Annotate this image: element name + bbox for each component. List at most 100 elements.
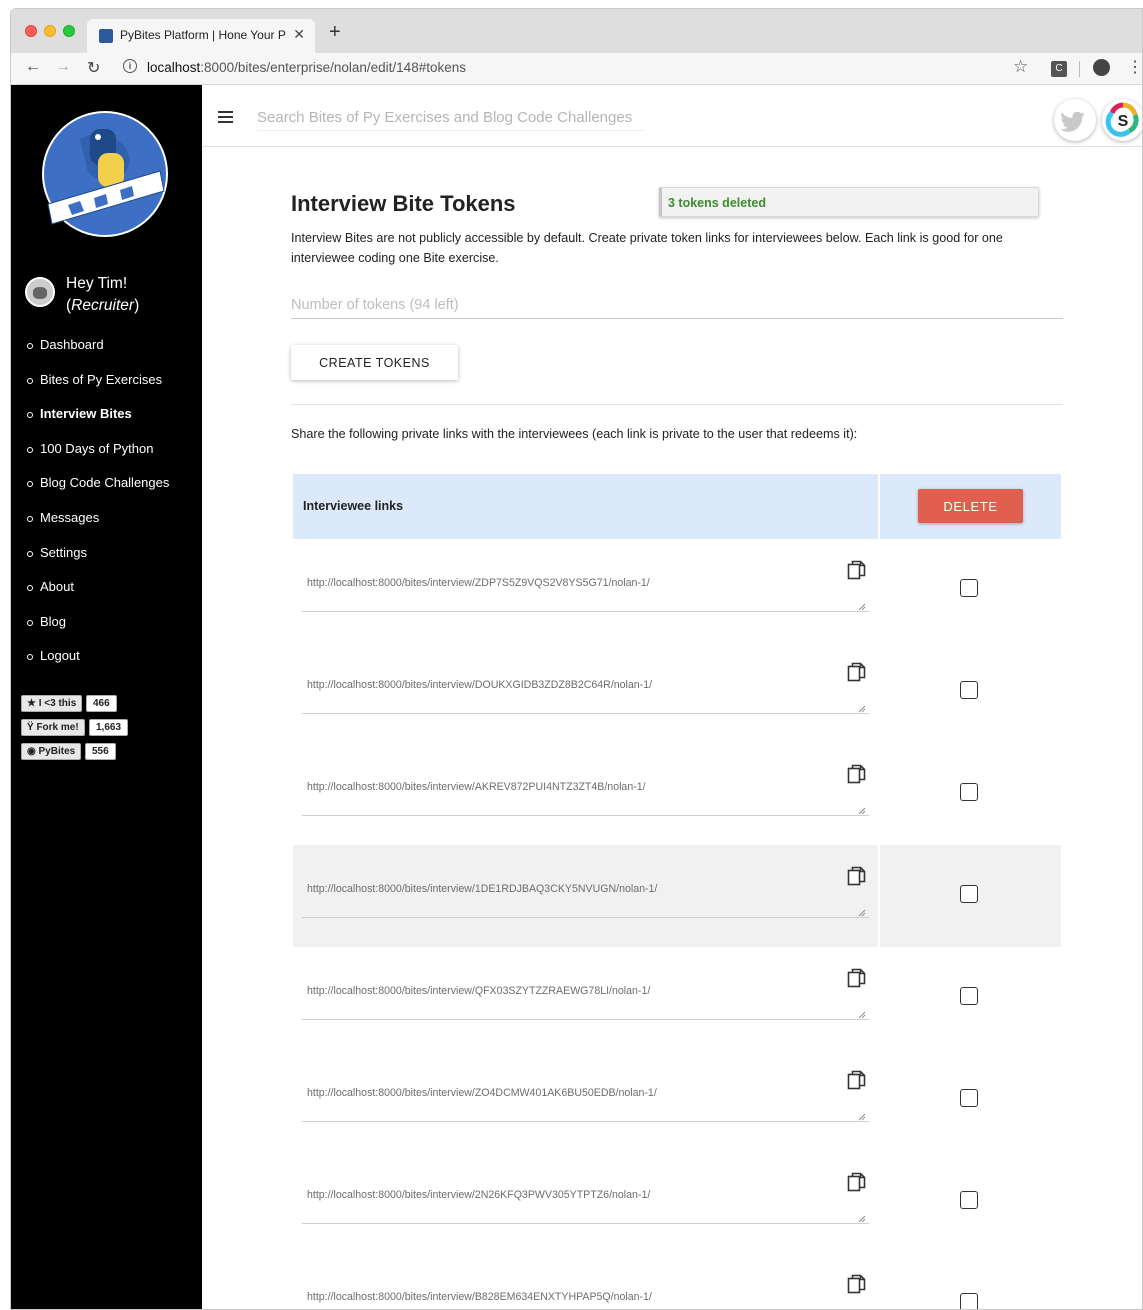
select-cell <box>880 743 1061 845</box>
share-instructions: Share the following private links with t… <box>291 427 858 441</box>
close-window-button[interactable] <box>25 25 37 37</box>
menu-dots-icon[interactable]: ⋮ <box>1127 57 1142 77</box>
links-column-header: Interviewee links <box>293 474 878 539</box>
table-body: http://localhost:8000/bites/interview/ZD… <box>293 539 1061 1309</box>
pybites-logo[interactable] <box>40 109 170 239</box>
copy-clipboard-icon[interactable] <box>846 1069 868 1091</box>
address-bar[interactable]: localhost:8000/bites/enterprise/nolan/ed… <box>147 60 466 75</box>
intro-text: Interview Bites are not publicly accessi… <box>291 231 1003 265</box>
table-row: http://localhost:8000/bites/interview/QF… <box>293 947 1061 1049</box>
slack-icon: S <box>1105 102 1139 137</box>
extension-icon[interactable]: C <box>1051 61 1067 77</box>
follow-badge-label: ◉ PyBites <box>21 743 82 760</box>
maximize-window-button[interactable] <box>63 25 75 37</box>
link-field-underline <box>302 1121 869 1122</box>
copy-clipboard-icon[interactable] <box>846 661 868 683</box>
reload-icon[interactable]: ↻ <box>87 58 100 78</box>
link-cell: http://localhost:8000/bites/interview/ZO… <box>293 1049 878 1151</box>
token-link-field[interactable]: http://localhost:8000/bites/interview/2N… <box>307 1189 650 1201</box>
user-role-text: Recruiter <box>71 297 135 314</box>
account-icon[interactable] <box>1093 59 1110 76</box>
resize-handle-icon[interactable] <box>858 807 866 815</box>
token-link-field[interactable]: http://localhost:8000/bites/interview/QF… <box>307 985 650 997</box>
forward-arrow-icon[interactable]: → <box>55 58 71 76</box>
hamburger-menu-icon[interactable] <box>218 111 233 123</box>
resize-handle-icon[interactable] <box>858 1215 866 1223</box>
table-row: http://localhost:8000/bites/interview/2N… <box>293 1151 1061 1253</box>
number-of-tokens-input[interactable] <box>291 291 1063 319</box>
row-checkbox[interactable] <box>960 885 978 903</box>
resize-handle-icon[interactable] <box>858 1011 866 1019</box>
row-checkbox[interactable] <box>960 783 978 801</box>
token-link-field[interactable]: http://localhost:8000/bites/interview/B8… <box>307 1291 652 1303</box>
select-cell <box>880 1151 1061 1253</box>
resize-handle-icon[interactable] <box>858 705 866 713</box>
follow-badge-count: 556 <box>85 743 116 760</box>
sidebar-item-blog-code-challenges[interactable]: Blog Code Challenges <box>25 475 169 510</box>
page-title: Interview Bite Tokens <box>291 191 516 216</box>
bookmark-star-icon[interactable]: ☆ <box>1013 57 1028 77</box>
url-path: :8000/bites/enterprise/nolan/edit/148#to… <box>200 60 466 75</box>
row-checkbox[interactable] <box>960 579 978 597</box>
copy-clipboard-icon[interactable] <box>846 1273 868 1295</box>
sidebar-item-dashboard[interactable]: Dashboard <box>25 337 169 372</box>
tab-title: PyBites Platform | Hone Your P <box>120 28 286 42</box>
sidebar-item-blog[interactable]: Blog <box>25 614 169 649</box>
link-cell: http://localhost:8000/bites/interview/2N… <box>293 1151 878 1253</box>
row-checkbox[interactable] <box>960 987 978 1005</box>
table-row: http://localhost:8000/bites/interview/ZO… <box>293 1049 1061 1151</box>
token-link-field[interactable]: http://localhost:8000/bites/interview/1D… <box>307 883 657 895</box>
token-link-field[interactable]: http://localhost:8000/bites/interview/AK… <box>307 781 646 793</box>
info-icon[interactable]: i <box>123 59 137 73</box>
star-badge-label: ★ I <3 this <box>21 695 83 712</box>
link-field-underline <box>302 1223 869 1224</box>
sidebar-item-messages[interactable]: Messages <box>25 510 169 545</box>
browser-tab[interactable]: PyBites Platform | Hone Your P ✕ <box>87 19 315 53</box>
tokens-table: Interviewee links DELETE http://localhos… <box>293 474 1061 1309</box>
sidebar-nav: Dashboard Bites of Py Exercises Intervie… <box>25 337 169 683</box>
copy-clipboard-icon[interactable] <box>846 967 868 989</box>
copy-clipboard-icon[interactable] <box>846 763 868 785</box>
tab-close-icon[interactable]: ✕ <box>293 26 305 43</box>
twitter-button[interactable] <box>1054 99 1096 141</box>
token-link-field[interactable]: http://localhost:8000/bites/interview/DO… <box>307 679 652 691</box>
table-row: http://localhost:8000/bites/interview/ZD… <box>293 539 1061 641</box>
create-tokens-button[interactable]: CREATE TOKENS <box>291 345 458 380</box>
action-column-header: DELETE <box>880 474 1061 539</box>
sidebar-item-logout[interactable]: Logout <box>25 648 169 683</box>
sidebar-item-interview-bites[interactable]: Interview Bites <box>25 406 169 441</box>
new-tab-icon[interactable]: + <box>329 21 341 44</box>
copy-clipboard-icon[interactable] <box>846 865 868 887</box>
link-field-underline <box>302 713 869 714</box>
sidebar-item-bites-of-py[interactable]: Bites of Py Exercises <box>25 372 169 407</box>
slack-button[interactable]: S <box>1102 99 1142 141</box>
avatar[interactable] <box>25 277 55 307</box>
row-checkbox[interactable] <box>960 1191 978 1209</box>
toast-notification: 3 tokens deleted <box>659 187 1039 217</box>
copy-clipboard-icon[interactable] <box>846 1171 868 1193</box>
token-link-field[interactable]: http://localhost:8000/bites/interview/ZO… <box>307 1087 657 1099</box>
select-cell <box>880 641 1061 743</box>
sidebar: Hey Tim! (Recruiter) Dashboard Bites of … <box>11 85 202 1309</box>
resize-handle-icon[interactable] <box>858 1113 866 1121</box>
sidebar-item-about[interactable]: About <box>25 579 169 614</box>
link-cell: http://localhost:8000/bites/interview/AK… <box>293 743 878 845</box>
sidebar-item-100-days[interactable]: 100 Days of Python <box>25 441 169 476</box>
resize-handle-icon[interactable] <box>858 909 866 917</box>
sidebar-item-settings[interactable]: Settings <box>25 545 169 580</box>
fork-badge-label: Ÿ Fork me! <box>21 719 85 736</box>
link-cell: http://localhost:8000/bites/interview/B8… <box>293 1253 878 1309</box>
delete-button[interactable]: DELETE <box>918 489 1023 523</box>
row-checkbox[interactable] <box>960 681 978 699</box>
resize-handle-icon[interactable] <box>858 603 866 611</box>
table-header: Interviewee links DELETE <box>293 474 1061 539</box>
links-column-label: Interviewee links <box>303 499 404 513</box>
search-input[interactable] <box>257 105 645 131</box>
back-arrow-icon[interactable]: ← <box>25 58 41 76</box>
row-checkbox[interactable] <box>960 1089 978 1107</box>
token-link-field[interactable]: http://localhost:8000/bites/interview/ZD… <box>307 577 650 589</box>
link-field-underline <box>302 1019 869 1020</box>
row-checkbox[interactable] <box>960 1293 978 1309</box>
copy-clipboard-icon[interactable] <box>846 559 868 581</box>
minimize-window-button[interactable] <box>44 25 56 37</box>
